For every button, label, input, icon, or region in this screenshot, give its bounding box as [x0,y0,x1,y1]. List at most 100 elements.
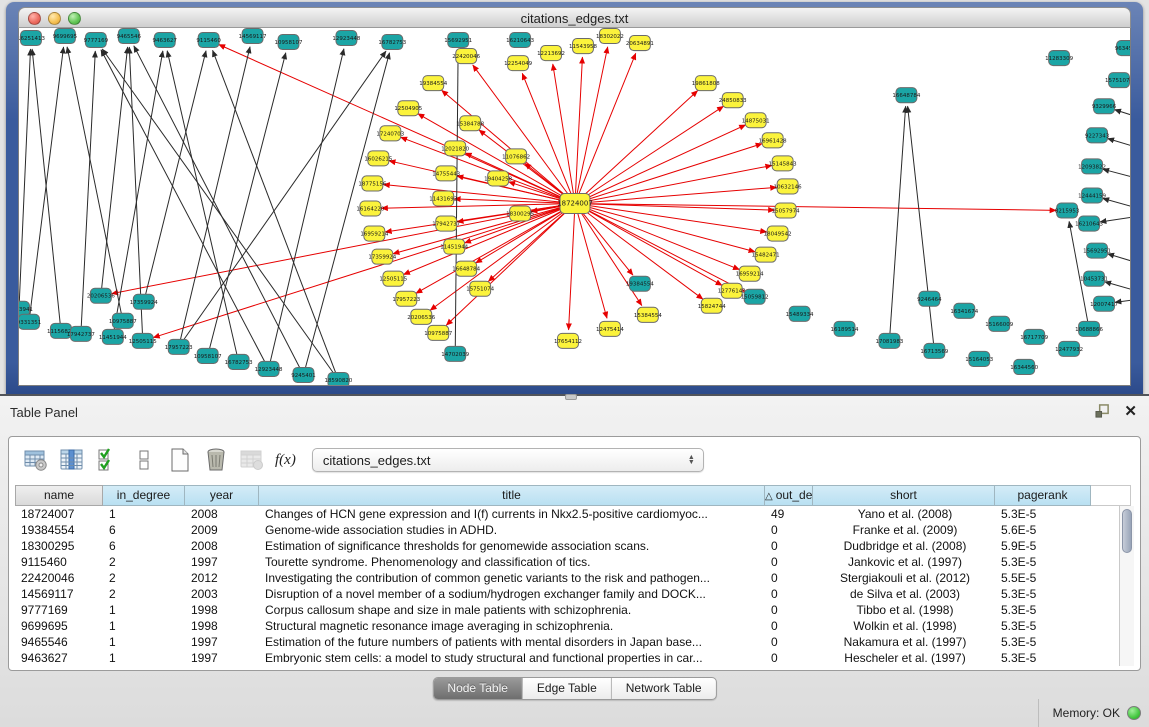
table-row[interactable]: 1872400712008Changes of HCN gene express… [15,506,1134,522]
table-cell[interactable]: 0 [765,538,813,554]
table-cell[interactable]: 5.5E-5 [995,570,1091,586]
table-cell[interactable]: 9463627 [15,650,103,666]
citation-edge-black[interactable] [19,49,30,309]
table-cell[interactable]: Estimation of significance thresholds fo… [259,538,765,554]
column-header-year[interactable]: year [185,485,259,506]
table-cell[interactable]: 5.3E-5 [995,650,1091,666]
float-panel-icon[interactable] [1095,404,1110,419]
table-cell[interactable]: 1 [103,506,185,522]
table-cell[interactable]: 5.3E-5 [995,618,1091,634]
citation-edge-red[interactable] [575,203,722,285]
citation-edge-black[interactable] [102,49,338,380]
table-cell[interactable]: 1 [103,618,185,634]
table-cell[interactable]: Tourette syndrome. Phenomenology and cla… [259,554,765,570]
table-row[interactable]: 946554611997Estimation of the future num… [15,634,1134,650]
new-column-icon[interactable] [165,445,195,475]
table-cell[interactable]: Nakamura et al. (1997) [813,634,995,650]
table-row[interactable]: 969969511998Structural magnetic resonanc… [15,618,1134,634]
table-cell[interactable]: 19384554 [15,522,103,538]
citation-edge-black[interactable] [1103,198,1130,213]
table-cell[interactable]: 2008 [185,506,259,522]
table-cell[interactable]: Estimation of the future numbers of pati… [259,634,765,650]
citation-edge-black[interactable] [1115,110,1130,124]
column-header-filler[interactable] [1091,485,1131,506]
table-cell[interactable]: 1998 [185,602,259,618]
citation-edge-black[interactable] [1108,138,1130,153]
table-cell[interactable]: 18300295 [15,538,103,554]
table-cell[interactable]: 1998 [185,618,259,634]
citation-edge-red[interactable] [401,137,575,203]
table-mode-icon[interactable] [21,445,51,475]
citation-edge-black[interactable] [1103,169,1130,183]
window-titlebar[interactable]: citations_edges.txt [18,7,1131,28]
column-header-name[interactable]: name [15,485,103,506]
citation-edge-red[interactable] [575,53,636,203]
table-cell[interactable]: Disruption of a novel member of a sodium… [259,586,765,602]
select-column-icon[interactable] [57,445,87,475]
table-cell[interactable]: 2 [103,586,185,602]
citation-edge-red[interactable] [575,203,767,231]
citation-edge-red[interactable] [575,91,698,204]
citation-edge-black[interactable] [67,47,123,321]
table-cell[interactable]: 6 [103,538,185,554]
table-select-dropdown[interactable]: citations_edges.txt ▲▼ [312,448,704,472]
citation-edge-red[interactable] [575,203,633,275]
citation-edge-red[interactable] [553,64,575,204]
table-cell[interactable]: 0 [765,570,813,586]
table-cell[interactable]: Jankovic et al. (1997) [813,554,995,570]
table-cell[interactable]: Hescheler et al. (1997) [813,650,995,666]
unselect-all-icon[interactable] [129,445,159,475]
function-builder-icon[interactable]: f(x) [275,452,296,469]
tab-node-table[interactable]: Node Table [433,678,523,699]
table-cell[interactable]: 5.9E-5 [995,538,1091,554]
citation-edge-black[interactable] [269,49,344,369]
table-cell[interactable]: Embryonic stem cells: a model to study s… [259,650,765,666]
column-header-in_degree[interactable]: in_degree [103,485,185,506]
table-row[interactable]: 1938455462009Genome-wide association stu… [15,522,1134,538]
table-cell[interactable]: Genome-wide association studies in ADHD. [259,522,765,538]
citation-edge-black[interactable] [208,53,286,356]
citation-edge-red[interactable] [575,47,608,204]
table-cell[interactable]: Investigating the contribution of common… [259,570,765,586]
tab-edge-table[interactable]: Edge Table [523,678,612,699]
table-cell[interactable]: 1 [103,602,185,618]
table-cell[interactable]: 6 [103,522,185,538]
delete-column-icon[interactable] [201,445,231,475]
table-cell[interactable]: 22420046 [15,570,103,586]
table-cell[interactable]: 0 [765,586,813,602]
table-cell[interactable]: Changes of HCN gene expression and I(f) … [259,506,765,522]
table-cell[interactable]: 2 [103,570,185,586]
close-window-icon[interactable] [28,12,41,25]
table-cell[interactable]: 9777169 [15,602,103,618]
scrollbar-thumb[interactable] [1122,509,1132,553]
table-cell[interactable]: de Silva et al. (2003) [813,586,995,602]
citation-edge-black[interactable] [134,46,304,375]
table-cell[interactable]: 9699695 [15,618,103,634]
table-cell[interactable]: 0 [765,618,813,634]
table-cell[interactable]: 9115460 [15,554,103,570]
table-cell[interactable]: 18724007 [15,506,103,522]
citation-edge-red[interactable] [575,144,762,204]
citation-edge-black[interactable] [908,106,935,351]
table-cell[interactable]: Franke et al. (2009) [813,522,995,538]
delete-table-icon[interactable] [237,445,267,475]
citation-edge-red[interactable] [575,203,607,318]
table-cell[interactable]: 0 [765,602,813,618]
table-cell[interactable]: 1 [103,650,185,666]
tab-network-table[interactable]: Network Table [612,678,716,699]
table-cell[interactable]: 1 [103,634,185,650]
column-header-title[interactable]: title [259,485,765,506]
table-cell[interactable]: 1997 [185,634,259,650]
table-cell[interactable]: 0 [765,650,813,666]
table-vertical-scrollbar[interactable] [1119,506,1134,666]
memory-status-indicator[interactable] [1127,706,1141,720]
table-row[interactable]: 2242004622012Investigating the contribut… [15,570,1134,586]
column-header-out_de...[interactable]: △out_de... [765,485,813,506]
minimize-window-icon[interactable] [48,12,61,25]
table-cell[interactable]: Dudbridge et al. (2008) [813,538,995,554]
table-cell[interactable]: 0 [765,554,813,570]
citation-edge-black[interactable] [179,47,250,347]
table-cell[interactable]: 0 [765,522,813,538]
citation-edge-red[interactable] [575,57,582,203]
citation-edge-black[interactable] [167,51,238,362]
